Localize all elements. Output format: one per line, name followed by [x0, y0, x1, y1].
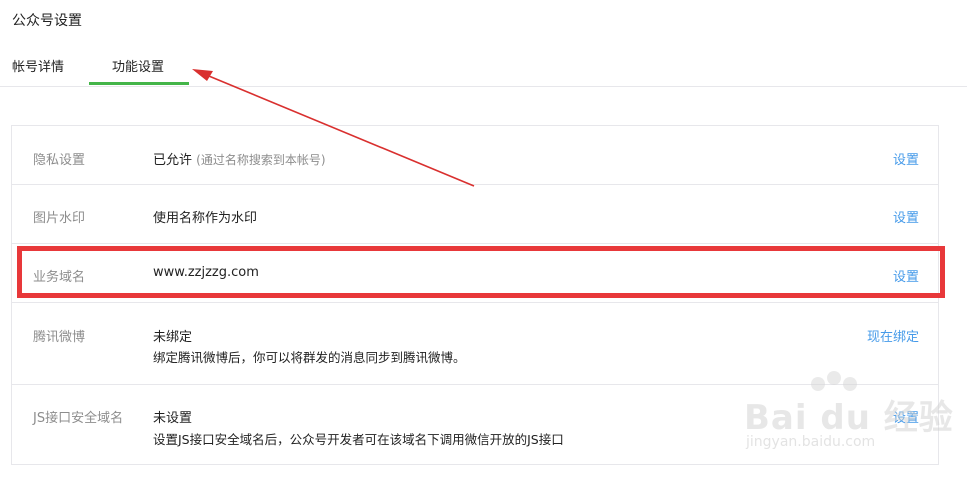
row-value: 未绑定 [153, 330, 193, 345]
page-title: 公众号设置 [12, 13, 82, 29]
row-value: 已允许 (通过名称搜索到本帐号) [153, 153, 326, 168]
baidu-watermark: Bai du 经验 jingyan.baidu.com [744, 370, 964, 465]
row-description: 绑定腾讯微博后，你可以将群发的消息同步到腾讯微博。 [153, 350, 466, 365]
row-label: 隐私设置 [33, 153, 86, 168]
row-label: JS接口安全域名 [33, 411, 124, 426]
row-label: 图片水印 [33, 211, 86, 226]
annotation-highlight-box [17, 246, 945, 298]
row-label: 腾讯微博 [33, 330, 86, 345]
tab-bar: 帐号详情 功能设置 [0, 48, 967, 87]
privacy-settings-link[interactable]: 设置 [893, 149, 919, 168]
bind-weibo-link[interactable]: 现在绑定 [867, 326, 919, 345]
tab-account-details[interactable]: 帐号详情 [12, 56, 64, 75]
active-tab-indicator [89, 82, 189, 85]
watermark-settings-link[interactable]: 设置 [893, 207, 919, 226]
row-value: 未设置 [153, 411, 193, 426]
row-note: (通过名称搜索到本帐号) [196, 153, 326, 167]
tab-function-settings[interactable]: 功能设置 [112, 56, 164, 75]
row-value: 使用名称作为水印 [153, 211, 258, 226]
settings-row-privacy: 隐私设置 已允许 (通过名称搜索到本帐号) 设置 [12, 126, 938, 185]
watermark-brand: Bai du 经验 [744, 398, 954, 438]
row-description: 设置JS接口安全域名后，公众号开发者可在该域名下调用微信开放的JS接口 [153, 432, 564, 447]
settings-row-watermark: 图片水印 使用名称作为水印 设置 [12, 185, 938, 244]
watermark-site: jingyan.baidu.com [746, 434, 876, 450]
